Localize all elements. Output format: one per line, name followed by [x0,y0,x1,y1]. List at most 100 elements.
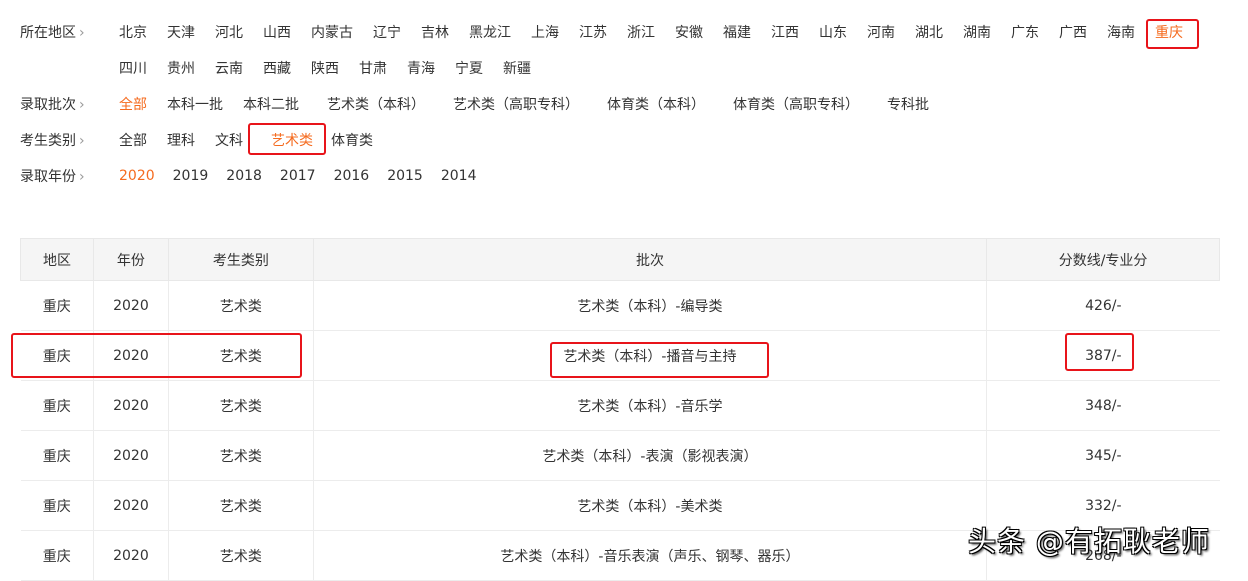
filter-option[interactable]: 理科 [167,130,195,150]
filter-option[interactable]: 江西 [771,22,799,42]
filter-option[interactable]: 2018 [226,168,262,184]
filter-option[interactable]: 广东 [1011,22,1039,42]
table-cell: 426/- [986,280,1220,331]
table-cell: 2020 [92,480,169,531]
table-cell: 艺术类 [167,330,314,381]
filter-label: 录取批次 [20,97,76,113]
filter-option[interactable]: 广西 [1059,22,1087,42]
filter-year: 录取年份 › 2020 2019 2018 2017 2016 2015 2014 [20,166,476,186]
filter-label: 考生类别 [20,133,76,149]
column-header: 分数线/专业分 [986,238,1220,281]
filter-option[interactable]: 体育类（高职专科） [733,94,859,114]
filter-option[interactable]: 2017 [280,168,316,184]
filter-option[interactable]: 云南 [215,58,243,78]
filter-option[interactable]: 艺术类（本科） [327,94,425,114]
filter-option[interactable]: 西藏 [263,58,291,78]
filter-option[interactable]: 湖南 [963,22,991,42]
filter-option[interactable]: 山西 [263,22,291,42]
filter-option[interactable]: 四川 [119,58,147,78]
table-cell: 348/- [986,380,1220,431]
filter-option[interactable]: 江苏 [579,22,607,42]
table-cell: 重庆 [20,330,94,381]
table-cell: 艺术类（本科）-表演（影视表演） [312,430,987,481]
filter-option[interactable]: 河南 [867,22,895,42]
filter-option[interactable]: 文科 [215,130,243,150]
filter-label: 所在地区 [20,25,76,41]
watermark: 头条 @有拓耿老师 [968,525,1210,558]
filter-option[interactable]: 浙江 [627,22,655,42]
table-cell: 重庆 [20,380,94,431]
filter-option[interactable]: 宁夏 [455,58,483,78]
table-cell: 艺术类 [167,380,314,431]
filter-option[interactable]: 艺术类 [271,130,331,150]
filter-option[interactable]: 北京 [119,22,147,42]
filter-batch: 录取批次 › 全部 本科一批 本科二批 艺术类（本科） 艺术类（高职专科） 体育类（本科） 体… [20,94,929,114]
filter-region-row2: 四川 贵州 云南 西藏 陕西 甘肃 青海 宁夏 新疆 [119,58,531,78]
filter-option[interactable]: 2020 [119,168,155,184]
table-cell: 艺术类 [167,530,314,581]
filter-option[interactable]: 本科二批 [243,94,299,114]
filter-option[interactable]: 上海 [531,22,559,42]
chevron-right-icon: › [79,25,85,41]
table-cell: 艺术类 [167,280,314,331]
filter-option[interactable]: 专科批 [887,94,929,114]
filter-option[interactable]: 新疆 [503,58,531,78]
filter-option[interactable]: 河北 [215,22,243,42]
chevron-right-icon: › [79,97,85,113]
filter-option[interactable]: 吉林 [421,22,449,42]
filter-option[interactable]: 福建 [723,22,751,42]
filter-option[interactable]: 2016 [334,168,370,184]
filter-option[interactable]: 黑龙江 [469,22,511,42]
filter-option[interactable]: 湖北 [915,22,943,42]
column-header: 批次 [312,238,988,281]
filter-option[interactable]: 艺术类（高职专科） [453,94,579,114]
filter-option[interactable]: 陕西 [311,58,339,78]
filter-option[interactable]: 本科一批 [167,94,223,114]
filter-option[interactable]: 内蒙古 [311,22,353,42]
filter-option[interactable]: 甘肃 [359,58,387,78]
table-cell: 重庆 [20,280,94,331]
table-row: 重庆 2020 艺术类 艺术类（本科）-表演（影视表演） 345/- [20,430,1220,481]
filter-option[interactable]: 2015 [387,168,423,184]
chevron-right-icon: › [79,169,85,185]
table-cell: 345/- [986,430,1220,481]
table-cell: 2020 [92,380,169,431]
filter-option[interactable]: 安徽 [675,22,703,42]
table-cell: 艺术类（本科）-编导类 [312,280,987,331]
table-cell: 艺术类（本科）-播音与主持 [312,330,987,381]
table-cell: 重庆 [20,530,94,581]
table-row: 重庆 2020 艺术类 艺术类（本科）-音乐学 348/- [20,380,1220,431]
filter-option[interactable]: 2019 [173,168,209,184]
filter-option[interactable]: 青海 [407,58,435,78]
table-cell: 艺术类 [167,430,314,481]
table-cell: 艺术类（本科）-美术类 [312,480,987,531]
table-cell: 艺术类（本科）-音乐学 [312,380,987,431]
filter-region: 所在地区 › 北京 天津 河北 山西 内蒙古 辽宁 吉林 黑龙江 上海 江苏 浙江 安徽 福建 江西 山东 河南… [20,22,1183,42]
filter-option[interactable]: 体育类 [331,130,373,150]
table-cell: 387/- [986,330,1220,381]
table-row: 重庆 2020 艺术类 艺术类（本科）-编导类 426/- [20,280,1220,331]
table-row: 重庆 2020 艺术类 艺术类（本科）-播音与主持 387/- [20,330,1220,381]
column-header: 年份 [92,238,169,281]
filter-option[interactable]: 2014 [441,168,477,184]
table-cell: 重庆 [20,430,94,481]
table-cell: 重庆 [20,480,94,531]
filter-option[interactable]: 重庆 [1155,22,1183,42]
filter-option[interactable]: 体育类（本科） [607,94,705,114]
table-cell: 2020 [92,430,169,481]
filter-option[interactable]: 海南 [1107,22,1135,42]
filter-option[interactable]: 山东 [819,22,847,42]
table-cell: 艺术类（本科）-音乐表演（声乐、钢琴、器乐） [312,530,987,581]
filter-option[interactable]: 全部 [119,94,147,114]
table-cell: 2020 [92,280,169,331]
column-header: 考生类别 [167,238,314,281]
table-cell: 2020 [92,530,169,581]
filter-option[interactable]: 天津 [167,22,195,42]
column-header: 地区 [20,238,94,281]
table-cell: 2020 [92,330,169,381]
filter-category: 考生类别 › 全部 理科 文科 艺术类 体育类 [20,130,373,150]
filter-option[interactable]: 全部 [119,130,147,150]
chevron-right-icon: › [79,133,85,149]
filter-option[interactable]: 辽宁 [373,22,401,42]
filter-option[interactable]: 贵州 [167,58,195,78]
